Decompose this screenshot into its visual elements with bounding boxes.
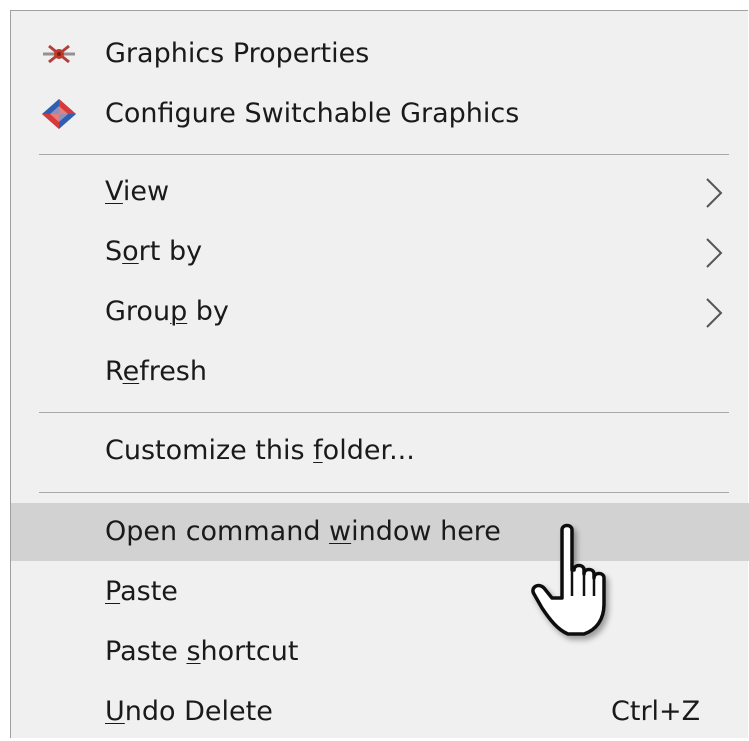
menu-item-label: Refresh	[105, 356, 207, 387]
menu-item-label: Undo Delete	[105, 696, 273, 727]
menu-item-group-by[interactable]: Group by	[11, 283, 749, 341]
menu-separator	[39, 154, 729, 155]
menu-item-paste-shortcut[interactable]: Paste shortcut	[11, 623, 749, 681]
menu-item-view[interactable]: View	[11, 163, 749, 221]
menu-item-configure-switchable-graphics[interactable]: Configure Switchable Graphics	[11, 85, 749, 143]
context-menu: Graphics Properties Configure Switchable…	[10, 10, 749, 741]
chevron-right-icon	[703, 297, 725, 329]
menu-item-label: Graphics Properties	[105, 38, 370, 69]
menu-item-sort-by[interactable]: Sort by	[11, 223, 749, 281]
hand-pointer-cursor-icon	[528, 520, 624, 648]
menu-item-customize-folder[interactable]: Customize this folder...	[11, 422, 749, 480]
menu-item-open-command-window[interactable]: Open command window here	[11, 503, 749, 561]
access-key: V	[105, 176, 123, 207]
menu-item-refresh[interactable]: Refresh	[11, 343, 749, 401]
switchable-graphics-icon	[39, 98, 79, 130]
menu-item-label: Open command window here	[105, 516, 501, 547]
graphics-properties-icon	[39, 38, 79, 70]
menu-item-shortcut: Ctrl+Z	[611, 696, 701, 727]
access-key: e	[122, 356, 140, 387]
chevron-right-icon	[703, 177, 725, 209]
menu-separator	[39, 412, 729, 413]
access-key: o	[122, 236, 139, 267]
access-key: s	[186, 636, 201, 667]
menu-item-paste[interactable]: Paste	[11, 563, 749, 621]
access-key: w	[329, 516, 352, 547]
menu-item-label: Customize this folder...	[105, 435, 415, 466]
menu-item-label: Paste	[105, 576, 178, 607]
menu-item-label: View	[105, 176, 170, 207]
menu-item-label: Group by	[105, 296, 229, 327]
access-key: U	[105, 696, 125, 727]
chevron-right-icon	[703, 237, 725, 269]
menu-item-undo-delete[interactable]: Undo Delete Ctrl+Z	[11, 683, 749, 741]
access-key: f	[313, 435, 323, 466]
menu-item-label: Paste shortcut	[105, 636, 299, 667]
access-key: p	[170, 296, 188, 327]
menu-item-label: Configure Switchable Graphics	[105, 98, 520, 129]
access-key: P	[105, 576, 121, 607]
menu-item-graphics-properties[interactable]: Graphics Properties	[11, 25, 749, 83]
menu-separator	[39, 492, 729, 493]
menu-item-label: Sort by	[105, 236, 203, 267]
